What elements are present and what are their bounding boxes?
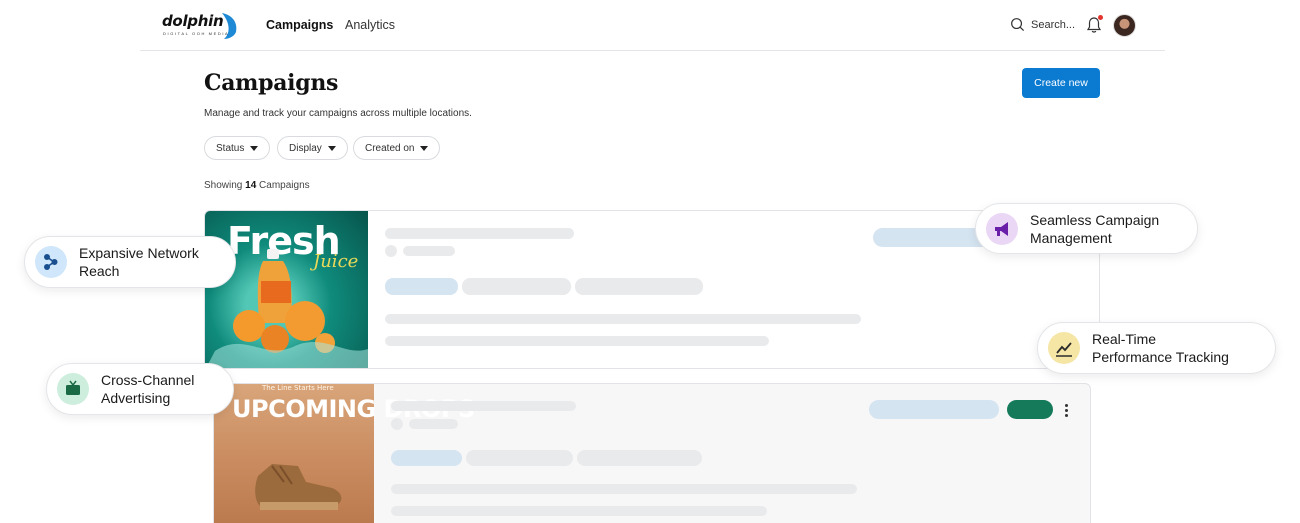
feature-badge-campaign-management: Seamless Campaign Management bbox=[975, 203, 1198, 254]
skeleton-status bbox=[869, 400, 999, 419]
skeleton-tag bbox=[462, 278, 571, 295]
campaign-thumbnail: Fresh Juice bbox=[205, 211, 368, 368]
megaphone-icon bbox=[986, 212, 1018, 245]
skeleton-line bbox=[385, 228, 574, 239]
page-title: Campaigns bbox=[204, 70, 339, 96]
feature-label: Real-Time Performance Tracking bbox=[1092, 331, 1229, 365]
skeleton-tag bbox=[466, 450, 573, 466]
skeleton-line bbox=[391, 506, 767, 516]
feature-label: Expansive Network Reach bbox=[79, 245, 199, 279]
skeleton-tag bbox=[575, 278, 703, 295]
skeleton-line bbox=[409, 419, 458, 429]
skeleton-dot bbox=[385, 245, 397, 257]
feature-badge-network: Expansive Network Reach bbox=[24, 236, 236, 288]
user-avatar[interactable] bbox=[1113, 14, 1136, 37]
skeleton-tag bbox=[385, 278, 458, 295]
notification-dot bbox=[1098, 15, 1103, 20]
campaign-count: Showing 14 Campaigns bbox=[204, 180, 310, 191]
feature-label: Cross-Channel Advertising bbox=[101, 372, 195, 406]
top-navbar: dolphin DIGITAL OOH MEDIA Campaigns Anal… bbox=[140, 0, 1165, 51]
nav-campaigns[interactable]: Campaigns bbox=[266, 18, 333, 32]
juice-bottle-illustration bbox=[206, 249, 368, 368]
dolphin-fin-icon bbox=[222, 13, 237, 39]
nav-analytics[interactable]: Analytics bbox=[345, 18, 395, 32]
brand-logo[interactable]: dolphin DIGITAL OOH MEDIA bbox=[162, 12, 242, 40]
chart-line-icon bbox=[1048, 332, 1080, 364]
display-filter[interactable]: Display bbox=[277, 136, 348, 160]
caret-down-icon bbox=[420, 145, 429, 151]
create-new-button[interactable]: Create new bbox=[1022, 68, 1100, 98]
skeleton-line bbox=[391, 484, 857, 494]
sneaker-illustration bbox=[255, 464, 342, 510]
skeleton-tag bbox=[391, 450, 462, 466]
status-filter[interactable]: Status bbox=[204, 136, 271, 160]
campaign-thumbnail: The Line Starts Here UPCOMING DROPS bbox=[214, 384, 475, 523]
campaign-card[interactable]: The Line Starts Here UPCOMING DROPS bbox=[213, 383, 1091, 523]
skeleton-line bbox=[391, 401, 576, 411]
created-on-filter-label: Created on bbox=[365, 142, 415, 154]
feature-badge-performance-tracking: Real-Time Performance Tracking bbox=[1037, 322, 1276, 374]
caret-down-icon bbox=[327, 145, 336, 151]
network-icon bbox=[35, 246, 67, 278]
more-options-icon[interactable] bbox=[1065, 404, 1069, 417]
tv-icon bbox=[57, 373, 89, 405]
status-badge bbox=[1007, 400, 1053, 419]
status-filter-label: Status bbox=[216, 142, 245, 154]
skeleton-line bbox=[403, 246, 455, 256]
feature-label: Seamless Campaign Management bbox=[1030, 211, 1160, 246]
search-icon bbox=[1011, 18, 1025, 32]
campaign-card[interactable]: Fresh Juice bbox=[204, 210, 1100, 369]
skeleton-line bbox=[385, 336, 769, 346]
search-placeholder: Search... bbox=[1031, 18, 1076, 31]
skeleton-line bbox=[385, 314, 861, 324]
skeleton-tag bbox=[577, 450, 702, 466]
brand-name: dolphin bbox=[162, 12, 224, 30]
page-subtitle: Manage and track your campaigns across m… bbox=[204, 108, 472, 119]
display-filter-label: Display bbox=[289, 142, 322, 154]
created-on-filter[interactable]: Created on bbox=[353, 136, 441, 160]
skeleton-dot bbox=[391, 418, 403, 430]
search-box[interactable]: Search... bbox=[1010, 17, 1075, 32]
feature-badge-cross-channel: Cross-Channel Advertising bbox=[46, 363, 234, 415]
caret-down-icon bbox=[250, 145, 259, 151]
